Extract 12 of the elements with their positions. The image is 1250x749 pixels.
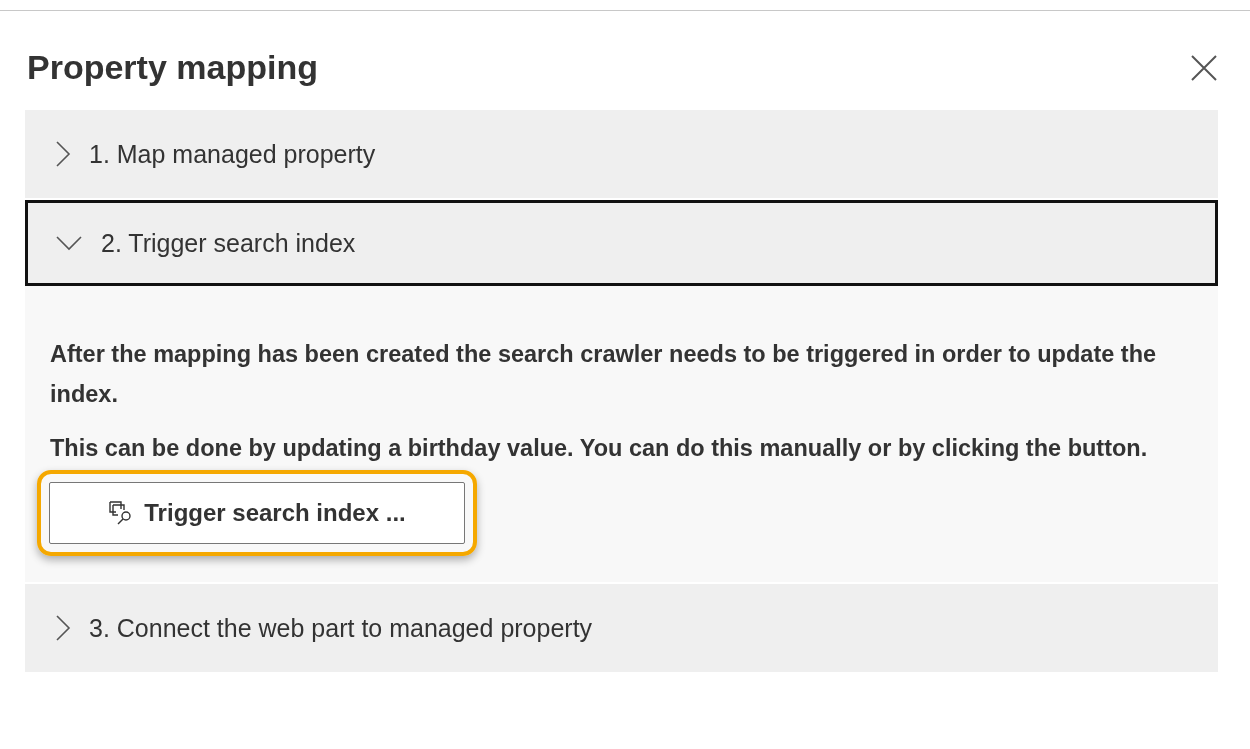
description-text: After the mapping has been created the search crawler needs to be triggered in order to update the index.	[50, 340, 1158, 409]
chevron-icon	[55, 140, 71, 168]
close-icon	[1190, 53, 1218, 82]
section-header[interactable]: 1. Map managed property	[25, 110, 1218, 198]
trigger-button[interactable]: Trigger search index ...	[49, 482, 465, 544]
panel-title: Property mapping	[27, 48, 318, 87]
description-text: This can be done by updating a birthday value. You can do this manually or by clicking the button.	[50, 434, 1149, 463]
section-header[interactable]: 3. Connect the web part to managed property	[25, 584, 1218, 672]
chevron-icon	[55, 614, 71, 642]
section-header[interactable]: 2. Trigger search index	[25, 200, 1218, 286]
close-button[interactable]	[1190, 53, 1218, 82]
chevron-icon	[55, 235, 83, 251]
